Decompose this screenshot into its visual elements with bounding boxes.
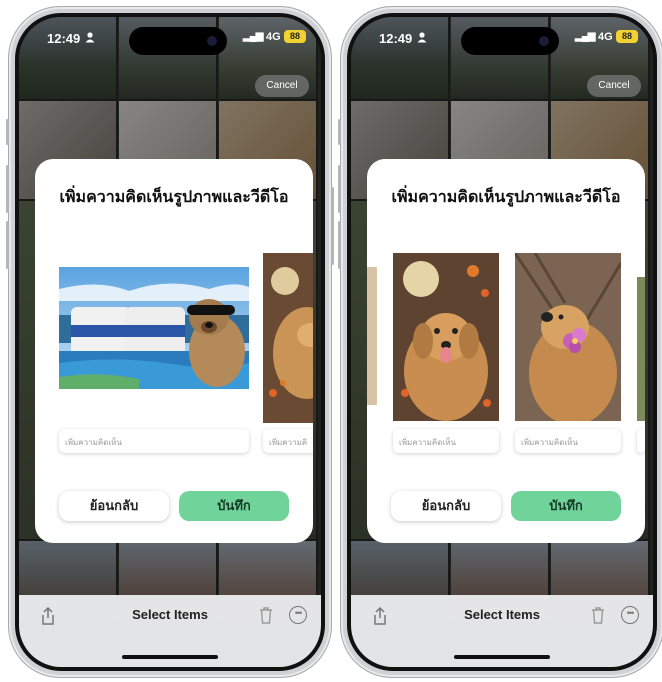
dynamic-island	[129, 27, 227, 55]
cancel-button[interactable]: Cancel	[587, 75, 641, 97]
photo-card-peek-left	[367, 267, 377, 405]
photo-card-dog-sunglasses	[59, 267, 249, 389]
more-icon[interactable]: •••	[289, 606, 307, 624]
right-phone: 12:49 ▂▄▆ 4G 88 Cancel เพิ่มความคิดเห็นร…	[338, 6, 662, 678]
status-bar: 12:49 ▂▄▆ 4G 88	[19, 17, 321, 55]
right-screen: 12:49 ▂▄▆ 4G 88 Cancel เพิ่มความคิดเห็นร…	[351, 17, 653, 667]
cancel-button[interactable]: Cancel	[255, 75, 309, 97]
network-label: 4G	[266, 31, 281, 43]
more-icon[interactable]: •••	[621, 606, 639, 624]
trash-icon[interactable]	[591, 606, 605, 629]
home-indicator	[122, 655, 218, 659]
comment-field-peek[interactable]	[637, 429, 645, 453]
trash-icon[interactable]	[259, 606, 273, 629]
comment-field-peek[interactable]: เพิ่มความคิ	[263, 429, 313, 453]
home-indicator	[454, 655, 550, 659]
photo-card-golden-retriever-peek	[263, 253, 313, 423]
comment-field-1[interactable]: เพิ่มความคิดเห็น	[393, 429, 499, 453]
bottom-toolbar: Select Items •••	[351, 595, 653, 667]
dialog-title: เพิ่มความคิดเห็นรูปภาพและวีดีโอ	[391, 189, 621, 206]
back-button[interactable]: ย้อนกลับ	[391, 491, 501, 521]
person-icon	[417, 31, 427, 46]
photo-card-golden-retriever-2	[515, 253, 621, 421]
status-time: 12:49	[47, 31, 81, 46]
comment-field-2[interactable]: เพิ่มความคิดเห็น	[515, 429, 621, 453]
comment-field[interactable]: เพิ่มความคิดเห็น	[59, 429, 249, 453]
save-button[interactable]: บันทึก	[511, 491, 621, 521]
comment-dialog: เพิ่มความคิดเห็นรูปภาพและวีดีโอ เพิ่มควา…	[35, 159, 313, 543]
signal-icon: ▂▄▆	[243, 31, 263, 42]
battery-badge: 88	[284, 30, 306, 43]
comment-dialog: เพิ่มความคิดเห็นรูปภาพและวีดีโอ เพิ่มควา…	[367, 159, 645, 543]
battery-badge: 88	[616, 30, 638, 43]
save-button[interactable]: บันทึก	[179, 491, 289, 521]
photo-card-peek-right	[637, 277, 645, 421]
back-button[interactable]: ย้อนกลับ	[59, 491, 169, 521]
screenshot-stage: 12:49 ▂▄▆ 4G 88 Cancel เพิ่มความคิดเห็นร…	[0, 0, 662, 682]
photo-card-golden-retriever-1	[393, 253, 499, 421]
person-icon	[85, 31, 95, 46]
network-label: 4G	[598, 31, 613, 43]
left-screen: 12:49 ▂▄▆ 4G 88 Cancel เพิ่มความคิดเห็นร…	[19, 17, 321, 667]
status-bar: 12:49 ▂▄▆ 4G 88	[351, 17, 653, 55]
bottom-toolbar: Select Items •••	[19, 595, 321, 667]
left-phone: 12:49 ▂▄▆ 4G 88 Cancel เพิ่มความคิดเห็นร…	[6, 6, 334, 678]
toolbar-title: Select Items	[132, 607, 208, 622]
dynamic-island	[461, 27, 559, 55]
signal-icon: ▂▄▆	[575, 31, 595, 42]
status-time: 12:49	[379, 31, 413, 46]
toolbar-title: Select Items	[464, 607, 540, 622]
dialog-title: เพิ่มความคิดเห็นรูปภาพและวีดีโอ	[59, 189, 289, 206]
